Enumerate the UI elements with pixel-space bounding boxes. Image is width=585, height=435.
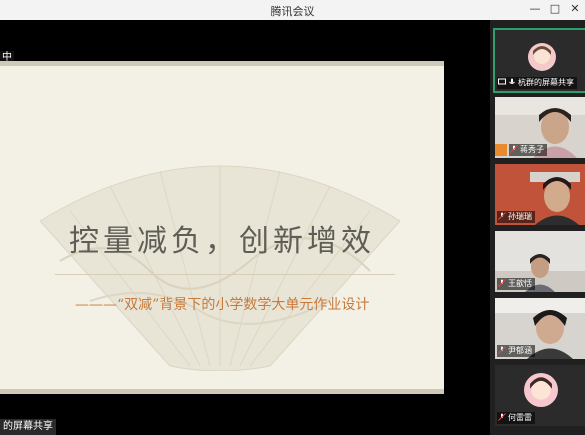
slide-divider [55, 274, 395, 275]
participant-name-tag: 尹郁涵 [497, 345, 535, 357]
mic-muted-icon [498, 413, 506, 421]
shared-screen-area[interactable]: 中 控量减负，创新增效 ———“双减”背景下的小学数学大单元作业设计 的屏幕共享 [0, 20, 490, 435]
participant-tile[interactable]: 蒋秀子 [495, 97, 585, 158]
slide-top-band [0, 61, 444, 66]
cartoon-avatar-icon [524, 373, 558, 407]
mic-muted-icon [498, 346, 506, 354]
slide-bottom-band [0, 389, 444, 394]
participant-tile[interactable]: 尹郁涵 [495, 298, 585, 359]
participant-name-tag: 孙瑞瑞 [497, 211, 535, 223]
participant-tile[interactable]: 孙瑞瑞 [495, 164, 585, 225]
close-icon[interactable]: ✕ [568, 2, 582, 16]
participant-tile[interactable]: 王歆恬 [495, 231, 585, 292]
maximize-icon[interactable]: □ [548, 2, 562, 16]
slide-subtitle: ———“双减”背景下的小学数学大单元作业设计 [75, 297, 370, 313]
participant-name: 王歆恬 [508, 279, 532, 288]
screen-share-icon [498, 78, 506, 85]
cartoon-avatar-icon [528, 43, 556, 71]
presentation-slide: 控量减负，创新增效 ———“双减”背景下的小学数学大单元作业设计 [0, 61, 444, 394]
participant-name: 尹郁涵 [508, 346, 532, 355]
participant-tile[interactable]: 何雷雷 [495, 365, 585, 426]
window-titlebar: 腾讯会议 — □ ✕ [0, 0, 585, 20]
mic-muted-icon [498, 212, 506, 220]
window-title: 腾讯会议 [270, 5, 315, 18]
mic-muted-icon [498, 279, 506, 287]
mic-muted-icon [510, 145, 518, 153]
minimize-icon[interactable]: — [528, 2, 542, 16]
participant-name-tag: 杭群的屏幕共享 [497, 77, 577, 89]
slide-title: 控量减负，创新增效 [69, 224, 375, 259]
participant-name-tag: 蒋秀子 [509, 144, 547, 156]
participant-name: 孙瑞瑞 [508, 212, 532, 221]
mic-icon [509, 78, 515, 84]
video-off-badge-icon [495, 144, 507, 156]
screen-share-owner-label: 的屏幕共享 [0, 419, 56, 435]
participant-name-tag: 王歆恬 [497, 278, 535, 290]
participant-name: 何雷雷 [508, 413, 532, 422]
participant-name-tag: 何雷雷 [497, 412, 535, 424]
participant-sidebar: 杭群的屏幕共享 蒋秀子 孙瑞瑞 王歆恬 尹郁涵 何雷雷 [490, 20, 585, 435]
participant-name: 杭群的屏幕共享 [518, 78, 574, 87]
participant-tile[interactable]: 杭群的屏幕共享 [493, 28, 585, 93]
participant-name: 蒋秀子 [520, 145, 544, 154]
